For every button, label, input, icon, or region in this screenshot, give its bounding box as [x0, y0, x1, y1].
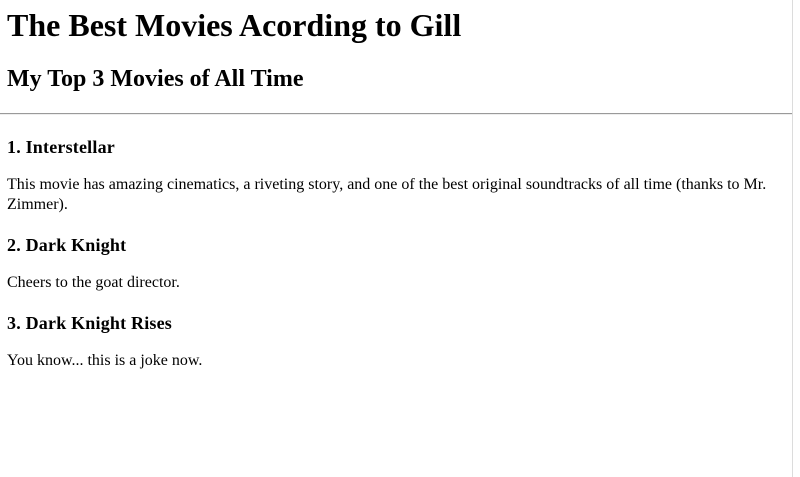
movie-item-3: 3. Dark Knight Rises You know... this is…: [7, 312, 792, 371]
divider: [0, 113, 792, 115]
scrollbar[interactable]: [792, 0, 800, 477]
page-title: The Best Movies Acording to Gill: [7, 7, 462, 43]
page: The Best Movies Acording to Gill My Top …: [0, 0, 792, 477]
movie-description: This movie has amazing cinematics, a riv…: [7, 176, 767, 213]
movie-title: 3. Dark Knight Rises: [7, 313, 173, 333]
movie-title: 2. Dark Knight: [7, 235, 127, 255]
movie-title: 1. Interstellar: [7, 137, 115, 157]
movie-description: You know... this is a joke now.: [7, 352, 203, 369]
movie-item-2: 2. Dark Knight Cheers to the goat direct…: [7, 234, 792, 293]
movie-description: Cheers to the goat director.: [7, 274, 180, 291]
movie-item-1: 1. Interstellar This movie has amazing c…: [7, 136, 792, 215]
page-subtitle: My Top 3 Movies of All Time: [7, 66, 304, 92]
